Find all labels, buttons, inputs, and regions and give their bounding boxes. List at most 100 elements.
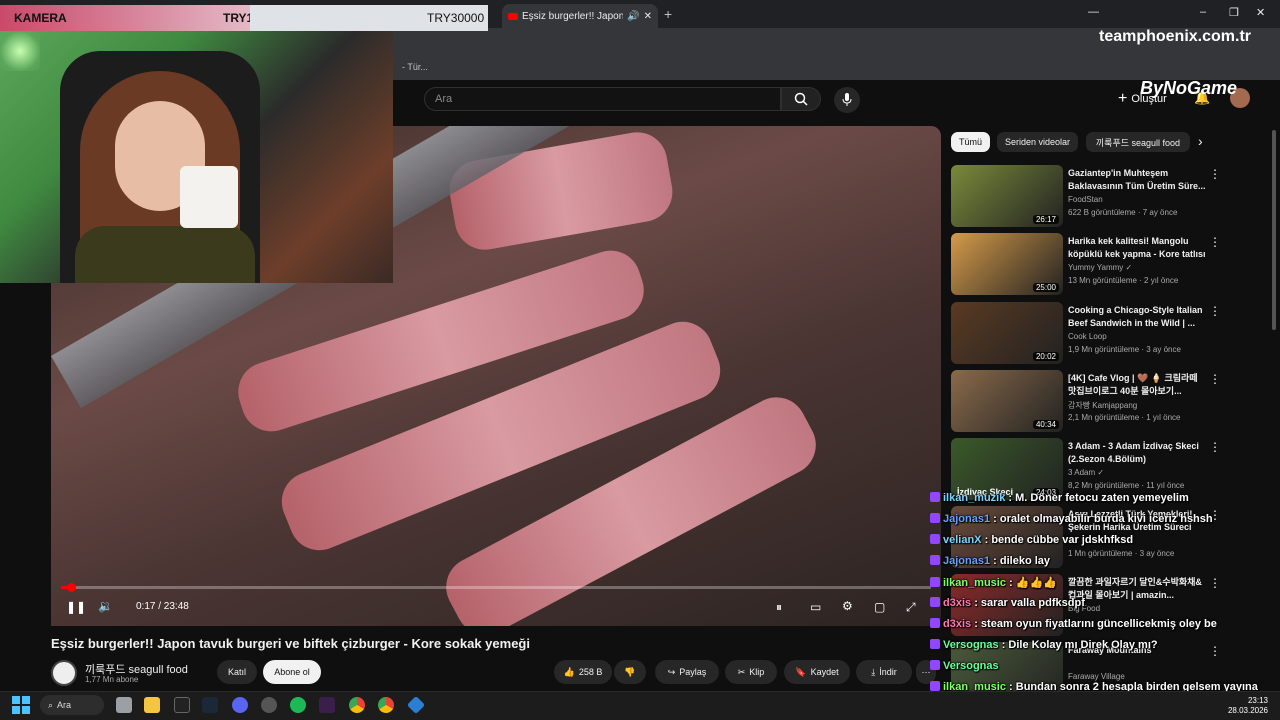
voice-search-button[interactable] [834,87,860,113]
search-button[interactable] [781,87,821,111]
recommendation-item[interactable]: 20:02 Cooking a Chicago-Style Italian Bee… [951,302,1261,366]
maximize-button[interactable]: ❐ [1229,6,1239,19]
bookmark-item[interactable]: - Tür... [402,62,428,72]
chat-username: Jajonas1 [943,555,991,567]
theater-mode-icon[interactable]: ▢ [874,600,885,614]
search-input[interactable]: Ara [424,87,781,111]
recommendation-title[interactable]: 3 Adam - 3 Adam İzdivaç Skeci (2.Sezon 4… [1068,440,1208,466]
dislike-button[interactable]: 👎 [614,660,646,684]
video-thumbnail[interactable]: 24:03 İzdivaç Skeci [951,438,1063,500]
chrome-icon[interactable] [349,697,365,713]
join-button[interactable]: Katıl [217,660,257,684]
recommendation-views: 13 Mn görüntüleme · 2 yıl önce [1068,276,1179,285]
chrome-icon[interactable] [378,697,394,713]
chip-channel[interactable]: 끼룩푸드 seagull food [1086,132,1190,152]
tab-youtube-video[interactable]: Eşsiz burgerler!! Japon tavu 🔊 ✕ [502,4,658,28]
youtube-favicon-icon [508,12,518,20]
subtitles-icon[interactable]: ▭ [810,600,821,614]
clock-time: 23:13 [1247,696,1268,705]
fullscreen-icon[interactable]: ⤢ [906,600,916,615]
close-tab-icon[interactable]: ✕ [644,11,652,22]
volume-icon[interactable]: 🔉 [98,599,113,613]
stream-chat-overlay: ilkan_muzik : M. Döner fetocu zaten yeme… [930,492,1280,720]
audio-icon: 🔊 [627,10,640,22]
chat-separator: : [990,513,1000,525]
chat-text: bende cübbe var jdskhfksd [991,534,1134,546]
obs-icon[interactable] [261,697,277,713]
more-options-icon[interactable]: ⋮ [1209,167,1221,181]
plus-icon: + [1118,90,1128,107]
chat-text: dileko lay [999,555,1051,567]
recommendation-title[interactable]: Gaziantep'in Muhteşem Baklavasının Tüm Ü… [1068,167,1208,193]
steam-icon[interactable] [202,697,218,713]
chat-text: sarar valla pdfksdpf [980,597,1085,609]
video-thumbnail[interactable]: 40:34 [951,370,1063,432]
scissors-icon: ✂ [737,666,746,677]
recommendation-views: 8,2 Mn görüntüleme · 11 yıl önce [1068,481,1185,490]
video-thumbnail[interactable]: 20:02 [951,302,1063,364]
channel-avatar[interactable] [51,660,77,686]
subscribe-button[interactable]: Abone ol [263,660,321,684]
progress-bar[interactable] [61,586,931,589]
file-explorer-icon[interactable] [144,697,160,713]
chat-badge-icon [930,660,940,670]
progress-scrubber[interactable] [67,583,76,592]
like-button[interactable]: 👍 258 B [554,660,612,684]
epic-games-icon[interactable] [174,697,190,713]
chip-all[interactable]: Tümü [951,132,991,152]
chat-username: Versognas [943,660,999,672]
chat-text: steam oyun fiyatlarını güncellicekmiş ol… [980,618,1217,630]
more-options-icon[interactable]: ⋮ [1209,372,1221,386]
recommendation-channel[interactable]: Yummy Yammy ✓ [1068,263,1132,272]
recommendation-item[interactable]: 25:00 Harika kek kalitesi! Mangolu köpükl… [951,233,1261,297]
recommendation-item[interactable]: 26:17 Gaziantep'in Muhteşem Baklavasının … [951,165,1261,229]
taskbar-search[interactable]: ⌕ Ara [40,695,104,715]
clip-button[interactable]: ✂ Klip [725,660,777,684]
donation-goal-bar: TRY30000 [250,5,488,31]
download-icon: ⤓ [871,666,876,677]
app-icon[interactable] [319,697,335,713]
webcam-feed [0,31,393,283]
chat-separator: : [990,555,1000,567]
download-button[interactable]: ⤓ İndir [856,660,912,684]
close-window-button[interactable]: ✕ [1256,6,1265,19]
recommendation-item[interactable]: 40:34 [4K] Cafe Vlog | 🤎 🍦 크림라떼 맛집브이로그 40… [951,370,1261,434]
windows-taskbar [0,691,1280,720]
more-options-icon[interactable]: ⋮ [1209,235,1221,249]
chat-text: oralet olmayabilir burda kivi iceriz hsh… [999,513,1213,525]
pause-icon[interactable]: ❚❚ [66,600,86,614]
recommendation-channel[interactable]: Cook Loop [1068,332,1107,341]
discord-icon[interactable] [232,697,248,713]
recommendation-channel[interactable]: 3 Adam ✓ [1068,468,1104,477]
chat-message: velianX : bende cübbe var jdskhfksd [930,534,1133,546]
recommendation-title[interactable]: [4K] Cafe Vlog | 🤎 🍦 크림라떼 맛집브이로그 40분 몰아보… [1068,372,1208,398]
chips-next-chevron-icon[interactable]: › [1198,133,1203,149]
recommendation-channel[interactable]: 감자빵 Kamjappang [1068,400,1137,411]
save-button[interactable]: 🔖 Kaydet [784,660,850,684]
more-options-icon[interactable]: ⋮ [1209,440,1221,454]
minimize-window-button[interactable]: — [1088,6,1099,18]
chat-username: Jajonas1 [943,513,991,525]
autoplay-toggle[interactable]: ⏸ [776,600,782,615]
calculator-icon[interactable] [116,697,132,713]
new-tab-button[interactable]: + [664,6,672,22]
recommendation-title[interactable]: Cooking a Chicago-Style Italian Beef San… [1068,304,1208,330]
chat-separator: : [1005,492,1016,504]
recommendation-channel[interactable]: FoodStan [1068,195,1103,204]
chat-message: d3xis : steam oyun fiyatlarını güncellic… [930,618,1217,630]
minimize-button[interactable]: – [1200,6,1206,18]
recommendation-title[interactable]: Harika kek kalitesi! Mangolu köpüklü kek… [1068,235,1208,261]
sidebar-scrollbar[interactable] [1272,130,1276,330]
spotify-icon[interactable] [290,697,306,713]
video-thumbnail[interactable]: 25:00 [951,233,1063,295]
chat-message: Jajonas1 : dileko lay [930,555,1050,567]
share-button[interactable]: ↪ Paylaş [655,660,719,684]
windows-start-icon[interactable] [12,696,30,714]
chip-series[interactable]: Seriden videolar [997,132,1079,152]
sponsor-site-text: teamphoenix.com.tr [1098,28,1252,45]
chat-text: 👍👍👍 [1015,577,1057,589]
video-thumbnail[interactable]: 26:17 [951,165,1063,227]
more-options-icon[interactable]: ⋮ [1209,304,1221,318]
taskbar-clock[interactable]: 23:13 28.03.2026 [1208,696,1268,716]
settings-gear-icon[interactable]: ⚙ [842,599,853,613]
